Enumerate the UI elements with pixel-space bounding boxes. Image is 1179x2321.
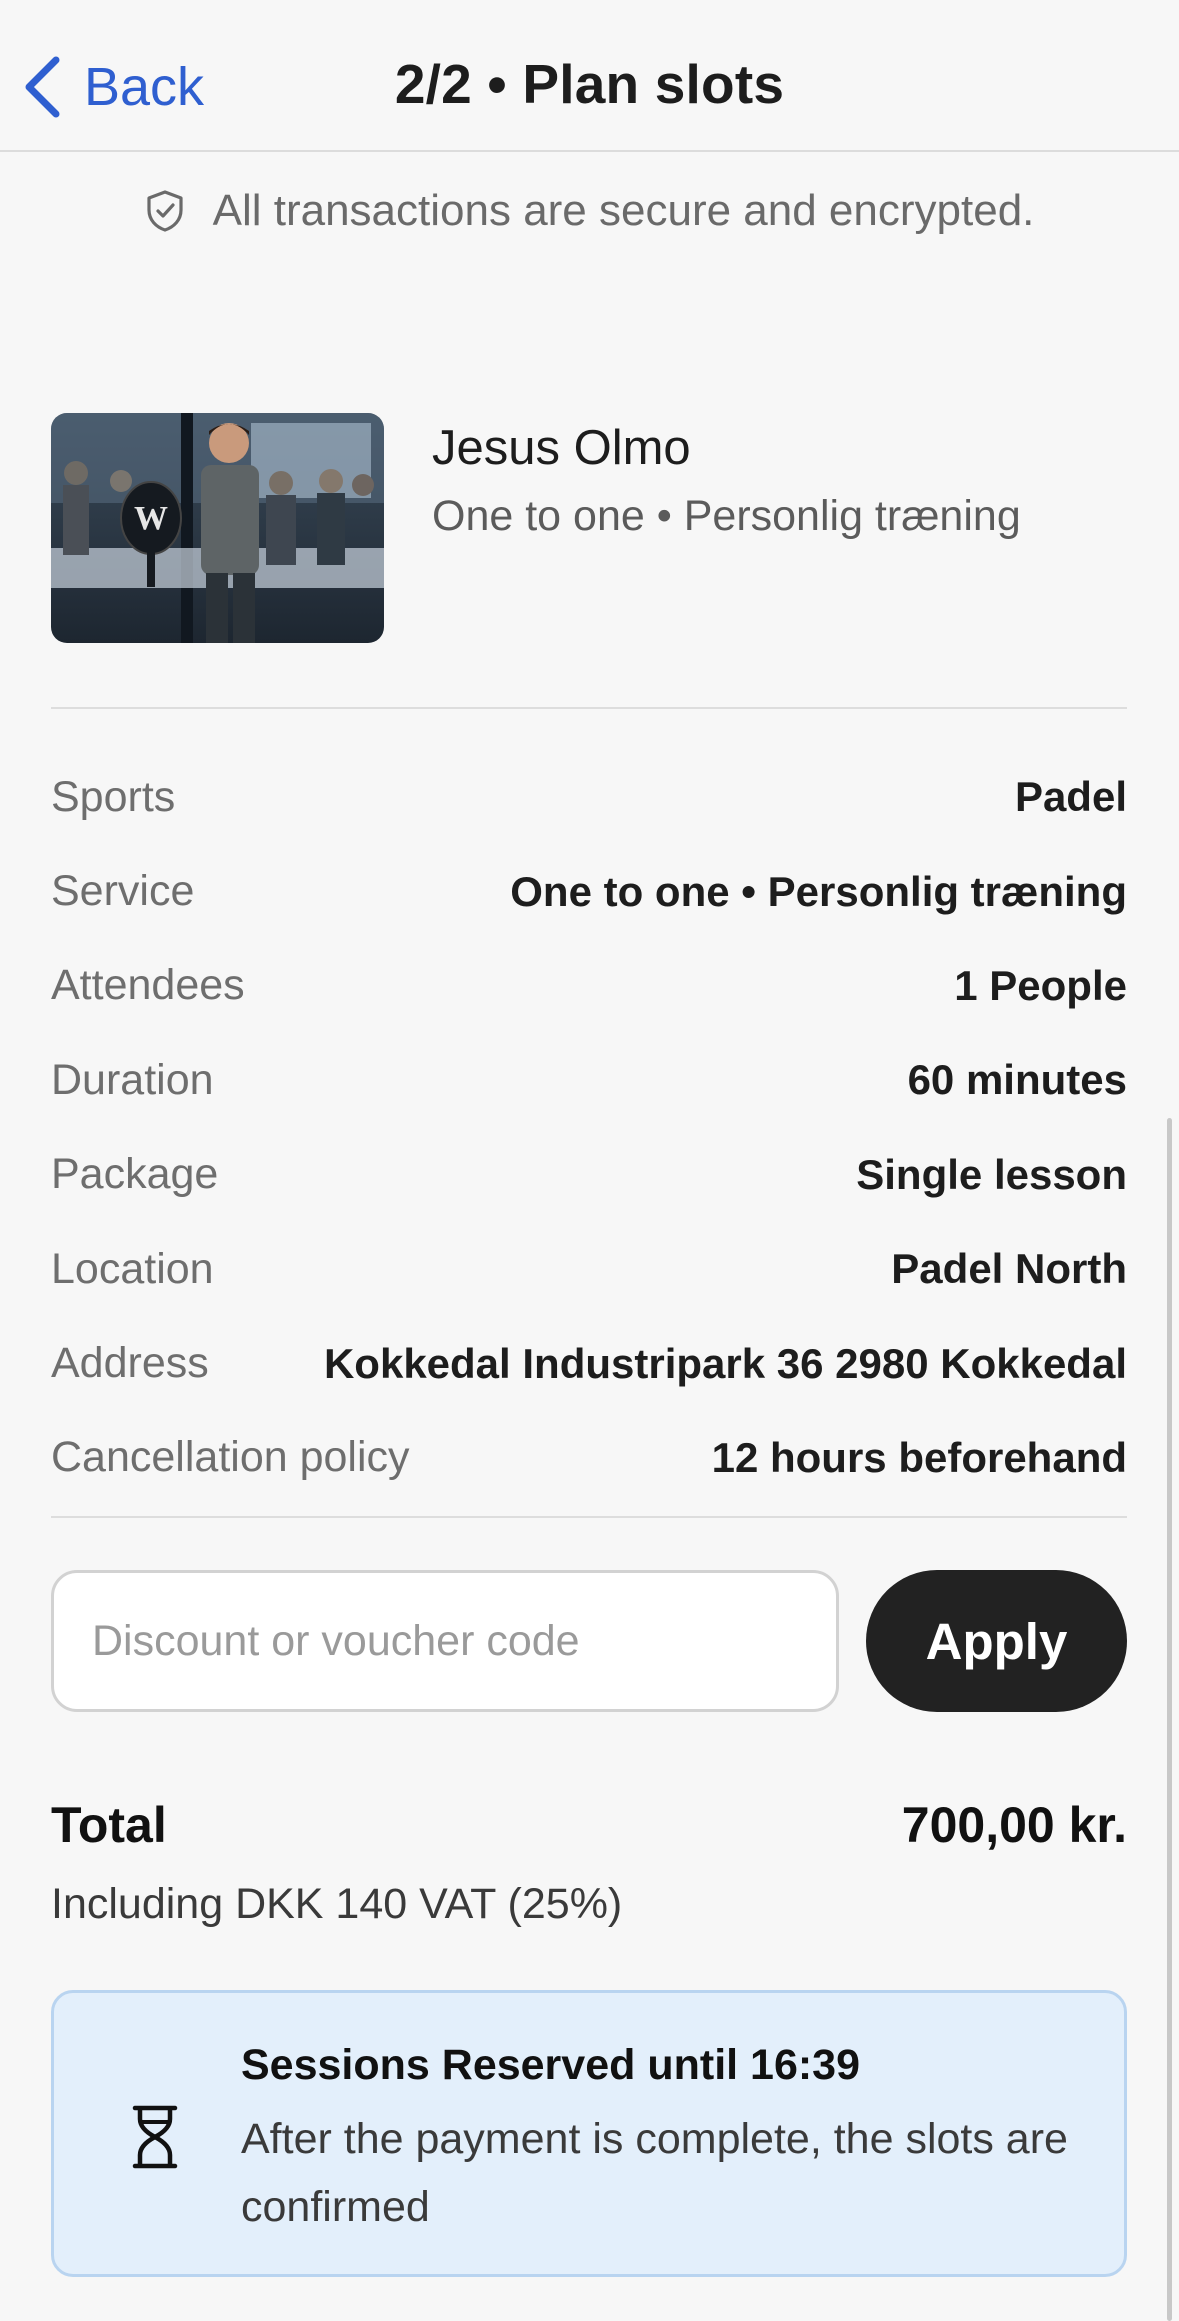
- detail-row-attendees: Attendees 1 People: [51, 939, 1127, 1033]
- reservation-body: After the payment is complete, the slots…: [241, 2115, 1068, 2231]
- detail-row-duration: Duration 60 minutes: [51, 1033, 1127, 1127]
- divider: [51, 1516, 1127, 1518]
- detail-label: Sports: [51, 772, 176, 821]
- coach-name: Jesus Olmo: [432, 421, 691, 475]
- detail-value: One to one • Personlig træning: [510, 867, 1127, 915]
- detail-label: Service: [51, 867, 195, 916]
- detail-label: Package: [51, 1150, 219, 1199]
- scrollbar[interactable]: [1167, 1118, 1172, 2321]
- detail-row-cancellation-policy: Cancellation policy 12 hours beforehand: [51, 1411, 1127, 1505]
- detail-label: Attendees: [51, 961, 245, 1010]
- secure-notice-text: All transactions are secure and encrypte…: [212, 186, 1035, 235]
- reservation-title: Sessions Reserved until 16:39: [241, 2041, 861, 2089]
- divider: [51, 707, 1127, 709]
- detail-row-location: Location Padel North: [51, 1222, 1127, 1316]
- coach-subtitle: One to one • Personlig træning: [432, 492, 1021, 540]
- detail-label: Duration: [51, 1055, 214, 1104]
- detail-value: 60 minutes: [907, 1056, 1127, 1104]
- total-label: Total: [51, 1797, 167, 1853]
- detail-value: Padel: [1014, 773, 1127, 821]
- detail-value: Single lesson: [856, 1150, 1127, 1198]
- detail-row-service: Service One to one • Personlig træning: [51, 844, 1127, 938]
- detail-row-sports: Sports Padel: [51, 750, 1127, 844]
- apply-voucher-button[interactable]: Apply: [866, 1570, 1127, 1712]
- detail-label: Location: [51, 1244, 214, 1293]
- vat-note: Including DKK 140 VAT (25%): [51, 1880, 623, 1928]
- booking-details: Sports Padel Service One to one • Person…: [51, 750, 1127, 1505]
- top-nav-bar: Back 2/2 • Plan slots: [0, 0, 1179, 152]
- detail-row-address: Address Kokkedal Industripark 36 2980 Ko…: [51, 1316, 1127, 1410]
- detail-value: 1 People: [954, 961, 1127, 1009]
- detail-value: Padel North: [891, 1245, 1127, 1293]
- detail-value: Kokkedal Industripark 36 2980 Kokkedal: [323, 1339, 1127, 1387]
- detail-label: Cancellation policy: [51, 1433, 410, 1482]
- reservation-notice: Sessions Reserved until 16:39 After the …: [51, 1990, 1127, 2277]
- hourglass-icon: [132, 2105, 178, 2169]
- voucher-code-input[interactable]: [51, 1570, 839, 1712]
- detail-row-package: Package Single lesson: [51, 1128, 1127, 1222]
- detail-value: 12 hours beforehand: [711, 1433, 1127, 1481]
- coach-photo: W: [51, 413, 384, 643]
- detail-label: Address: [51, 1339, 209, 1388]
- total-amount: 700,00 kr.: [901, 1797, 1127, 1853]
- secure-notice: All transactions are secure and encrypte…: [0, 186, 1179, 236]
- shield-check-icon: [147, 190, 183, 232]
- page-title: 2/2 • Plan slots: [394, 53, 785, 115]
- svg-text:W: W: [134, 500, 168, 537]
